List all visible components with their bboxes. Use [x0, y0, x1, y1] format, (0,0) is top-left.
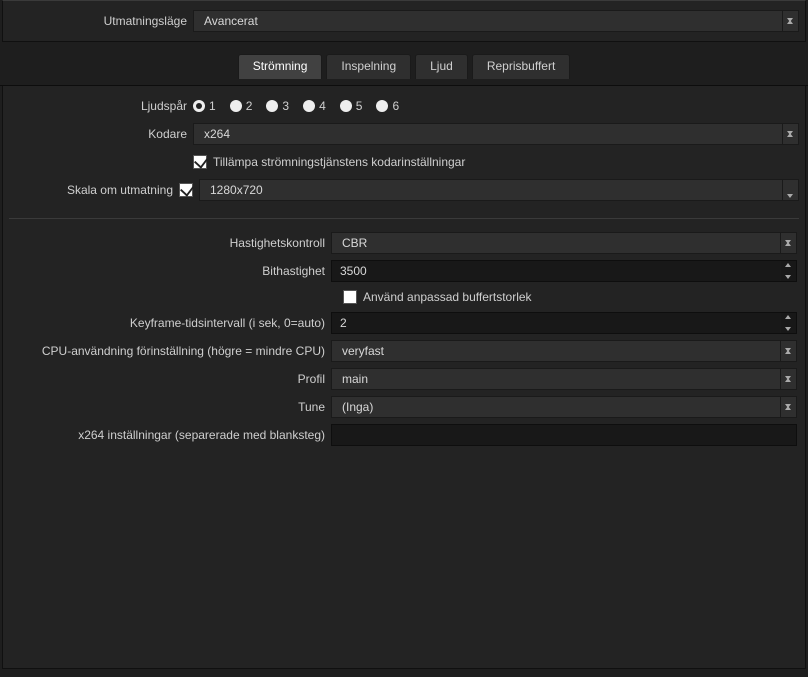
tab-recording[interactable]: Inspelning: [326, 54, 411, 79]
audio-track-2[interactable]: 2: [230, 99, 253, 113]
rate-control-label: Hastighetskontroll: [11, 236, 331, 250]
radio-icon: [340, 100, 352, 112]
spinner-icon: [780, 313, 796, 333]
custom-buffer-label: Använd anpassad buffertstorlek: [363, 290, 532, 304]
x264-encoder-settings: Hastighetskontroll CBR Bithastighet 3500…: [9, 218, 799, 449]
output-mode-value: Avancerat: [204, 14, 258, 28]
rescale-label: Skala om utmatning: [9, 183, 179, 197]
rescale-select[interactable]: 1280x720: [199, 179, 799, 201]
rescale-checkbox[interactable]: [179, 183, 193, 197]
output-mode-panel: Utmatningsläge Avancerat: [2, 0, 806, 42]
radio-icon: [193, 100, 205, 112]
profile-value: main: [342, 372, 368, 386]
audio-track-5[interactable]: 5: [340, 99, 363, 113]
cpu-preset-select[interactable]: veryfast: [331, 340, 797, 362]
audio-track-label: Ljudspår: [9, 99, 193, 113]
tab-audio[interactable]: Ljud: [415, 54, 468, 79]
audio-track-4[interactable]: 4: [303, 99, 326, 113]
spinner-icon: [780, 341, 796, 361]
rescale-value: 1280x720: [210, 183, 263, 197]
bitrate-value: 3500: [340, 264, 367, 278]
encoder-select[interactable]: x264: [193, 123, 799, 145]
radio-icon: [376, 100, 388, 112]
tune-label: Tune: [11, 400, 331, 414]
keyframe-input[interactable]: 2: [331, 312, 797, 334]
enforce-encoder-label: Tillämpa strömningstjänstens kodarinstäl…: [213, 155, 465, 169]
keyframe-label: Keyframe-tidsintervall (i sek, 0=auto): [11, 316, 331, 330]
spinner-icon: [782, 11, 798, 31]
chevron-down-icon: [782, 180, 798, 200]
custom-buffer-checkbox[interactable]: [343, 290, 357, 304]
spinner-icon: [782, 124, 798, 144]
audio-track-6[interactable]: 6: [376, 99, 399, 113]
streaming-general: Ljudspår 1 2 3 4 5 6 Kodare x264: [9, 92, 799, 204]
spinner-icon: [780, 369, 796, 389]
cpu-preset-label: CPU-användning förinställning (högre = m…: [11, 344, 331, 358]
profile-select[interactable]: main: [331, 368, 797, 390]
bitrate-label: Bithastighet: [11, 264, 331, 278]
spinner-icon: [780, 233, 796, 253]
radio-icon: [266, 100, 278, 112]
tab-replay-buffer[interactable]: Reprisbuffert: [472, 54, 570, 79]
rate-control-value: CBR: [342, 236, 367, 250]
spinner-icon: [780, 261, 796, 281]
radio-icon: [230, 100, 242, 112]
output-mode-label: Utmatningsläge: [9, 14, 193, 28]
enforce-encoder-checkbox[interactable]: [193, 155, 207, 169]
rate-control-select[interactable]: CBR: [331, 232, 797, 254]
radio-icon: [303, 100, 315, 112]
encoder-label: Kodare: [9, 127, 193, 141]
x264-opts-label: x264 inställningar (separerade med blank…: [11, 428, 331, 442]
output-mode-select[interactable]: Avancerat: [193, 10, 799, 32]
x264-opts-input[interactable]: [331, 424, 797, 446]
audio-track-3[interactable]: 3: [266, 99, 289, 113]
tune-value: (Inga): [342, 400, 373, 414]
encoder-value: x264: [204, 127, 230, 141]
cpu-preset-value: veryfast: [342, 344, 384, 358]
tune-select[interactable]: (Inga): [331, 396, 797, 418]
tabs: Strömning Inspelning Ljud Reprisbuffert: [0, 42, 808, 86]
streaming-settings: Ljudspår 1 2 3 4 5 6 Kodare x264: [2, 86, 806, 669]
spinner-icon: [780, 397, 796, 417]
profile-label: Profil: [11, 372, 331, 386]
tab-streaming[interactable]: Strömning: [238, 54, 323, 79]
bitrate-input[interactable]: 3500: [331, 260, 797, 282]
audio-track-1[interactable]: 1: [193, 99, 216, 113]
audio-track-group: 1 2 3 4 5 6: [193, 99, 799, 113]
keyframe-value: 2: [340, 316, 347, 330]
